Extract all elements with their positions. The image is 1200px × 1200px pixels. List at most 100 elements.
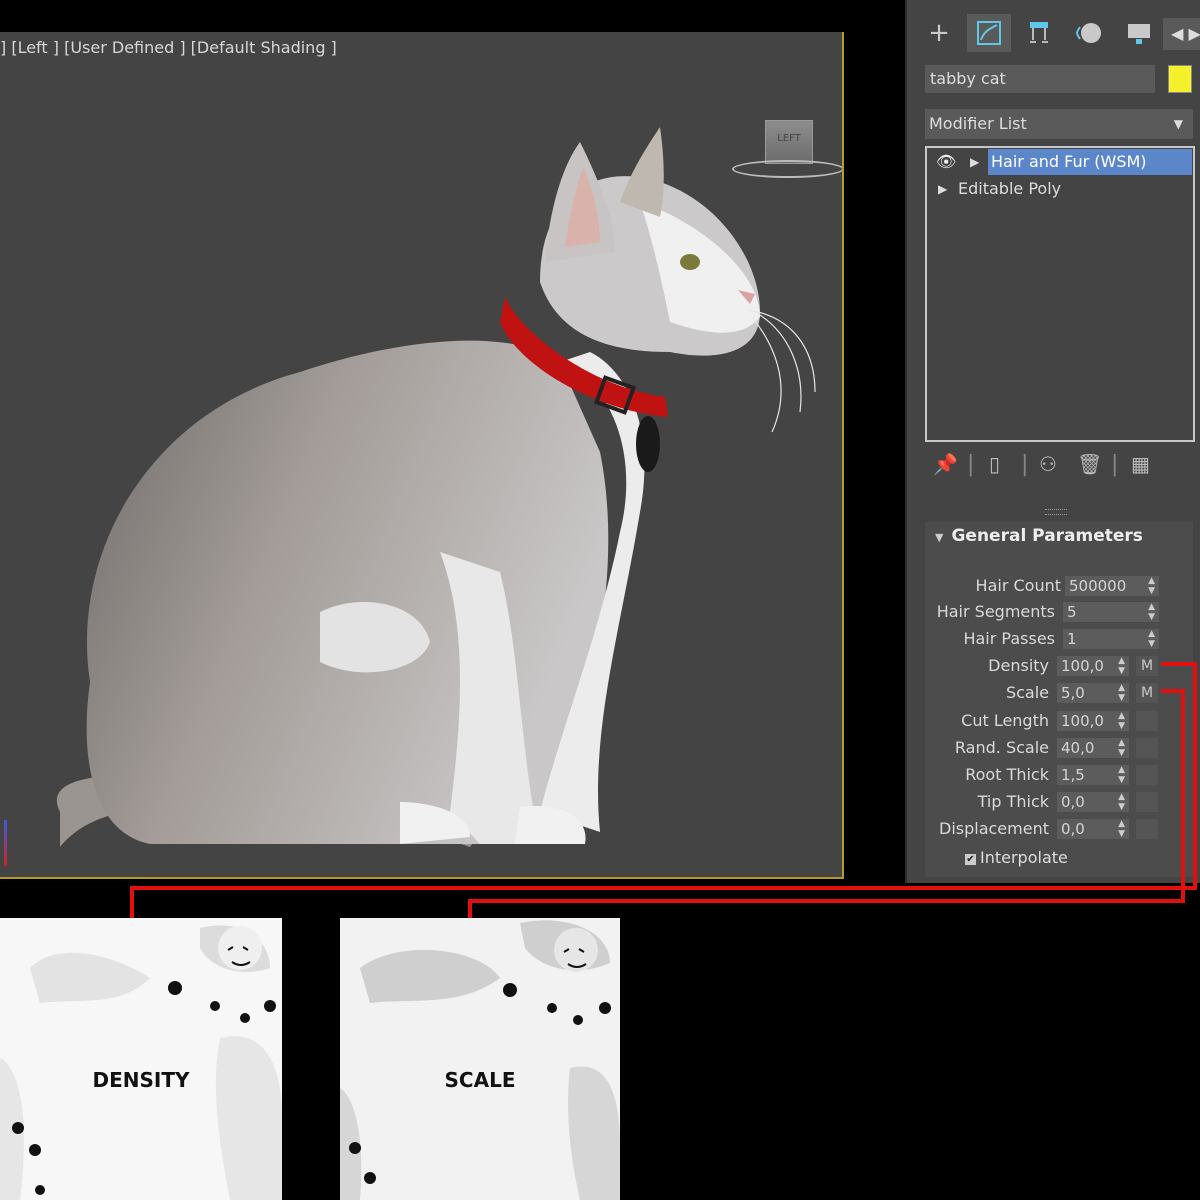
- cut-length-spinner[interactable]: 100,0 ▲ ▼: [1057, 711, 1129, 731]
- root-thick-spinner[interactable]: 1,5 ▲ ▼: [1057, 765, 1129, 785]
- param-rand-scale: Rand. Scale 40,0 ▲ ▼: [925, 736, 1193, 760]
- trash-icon[interactable]: 🗑: [1077, 452, 1102, 476]
- modifier-list-label: Modifier List: [929, 114, 1027, 133]
- show-end-result-icon[interactable]: ▯: [989, 452, 1000, 476]
- density-map-button[interactable]: M: [1136, 656, 1158, 676]
- hair-passes-spinner[interactable]: 1 ▲ ▼: [1063, 629, 1159, 649]
- param-label: Cut Length: [961, 711, 1049, 730]
- param-label: Scale: [1005, 683, 1049, 702]
- eye-icon[interactable]: 👁: [936, 149, 956, 175]
- stack-item-label: Hair and Fur (WSM): [988, 149, 1192, 175]
- param-scale: Scale 5,0 ▲ ▼ M: [925, 681, 1193, 705]
- interpolate-label: Interpolate: [980, 848, 1068, 867]
- viewport-left[interactable]: ] [Left ] [User Defined ] [Default Shadi…: [0, 32, 844, 879]
- param-value: 40,0: [1061, 739, 1095, 757]
- density-map-label: DENSITY: [92, 1068, 190, 1092]
- create-tab-icon[interactable]: +: [917, 14, 961, 52]
- rollout-title-text: General Parameters: [951, 526, 1143, 546]
- spinner-arrows-icon[interactable]: ▲ ▼: [1118, 819, 1125, 839]
- spinner-arrows-icon[interactable]: ▲ ▼: [1118, 711, 1125, 731]
- separator: |: [967, 452, 975, 477]
- chevron-down-icon: ▼: [1173, 117, 1183, 131]
- density-link-line: [1193, 662, 1197, 890]
- param-value: 5,0: [1061, 684, 1085, 702]
- tab-scroll-arrows[interactable]: ◀ ▶: [1163, 18, 1200, 50]
- collapse-arrow-icon[interactable]: ▼: [935, 531, 943, 544]
- rand-scale-map-button[interactable]: [1136, 738, 1158, 758]
- object-color-swatch[interactable]: [1168, 65, 1192, 93]
- make-unique-icon[interactable]: ⚇: [1039, 452, 1057, 476]
- panel-grip[interactable]: [1045, 509, 1067, 515]
- spinner-arrows-icon[interactable]: ▲ ▼: [1118, 792, 1125, 812]
- spinner-arrows-icon[interactable]: ▲ ▼: [1148, 629, 1155, 649]
- scale-spinner[interactable]: 5,0 ▲ ▼: [1057, 683, 1129, 703]
- interpolate-checkbox[interactable]: ✔: [965, 854, 976, 865]
- density-link-line: [1161, 662, 1197, 666]
- interpolate-checkbox-row[interactable]: ✔ Interpolate: [965, 848, 1068, 867]
- root-thick-map-button[interactable]: [1136, 765, 1158, 785]
- hierarchy-tab-icon[interactable]: [1017, 14, 1061, 52]
- param-label: Hair Passes: [963, 629, 1055, 648]
- displacement-spinner[interactable]: 0,0 ▲ ▼: [1057, 819, 1129, 839]
- general-parameters-rollout: ▼ General Parameters Hair Count 500000 ▲ ▼ …: [925, 522, 1193, 877]
- param-value: 1,5: [1061, 766, 1085, 784]
- density-map-texture: [0, 918, 282, 1200]
- display-tab-icon[interactable]: [1117, 14, 1161, 52]
- spinner-arrows-icon[interactable]: ▲ ▼: [1148, 576, 1155, 596]
- spinner-arrows-icon[interactable]: ▲ ▼: [1118, 656, 1125, 676]
- displacement-map-button[interactable]: [1136, 819, 1158, 839]
- stack-item-editable-poly[interactable]: ▶ Editable Poly: [928, 176, 1192, 202]
- expand-arrow-icon[interactable]: ▶: [970, 149, 979, 175]
- viewcube[interactable]: LEFT: [765, 120, 813, 164]
- stack-item-hair-and-fur[interactable]: 👁 ▶ Hair and Fur (WSM): [928, 149, 1192, 175]
- tip-thick-spinner[interactable]: 0,0 ▲ ▼: [1057, 792, 1129, 812]
- stack-toolbar: 📌 | ▯ | ⚇ 🗑 | ▦: [927, 452, 1197, 482]
- hair-segments-spinner[interactable]: 5 ▲ ▼: [1063, 602, 1159, 622]
- spinner-arrows-icon[interactable]: ▲ ▼: [1118, 765, 1125, 785]
- scale-link-line: [1181, 689, 1185, 903]
- rand-scale-spinner[interactable]: 40,0 ▲ ▼: [1057, 738, 1129, 758]
- modifier-list-dropdown[interactable]: Modifier List ▼: [925, 109, 1193, 139]
- param-value: 100,0: [1061, 657, 1104, 675]
- param-tip-thick: Tip Thick 0,0 ▲ ▼: [925, 790, 1193, 814]
- param-root-thick: Root Thick 1,5 ▲ ▼: [925, 763, 1193, 787]
- param-hair-count: Hair Count 500000 ▲ ▼: [925, 574, 1193, 598]
- scale-map-button[interactable]: M: [1136, 683, 1158, 703]
- pin-stack-icon[interactable]: 📌: [933, 452, 958, 476]
- param-displacement: Displacement 0,0 ▲ ▼: [925, 817, 1193, 841]
- density-map-image: DENSITY: [0, 918, 282, 1200]
- param-value: 0,0: [1061, 793, 1085, 811]
- expand-arrow-icon[interactable]: ▶: [938, 176, 947, 202]
- viewcube-ring[interactable]: [732, 160, 842, 178]
- param-value: 100,0: [1061, 712, 1104, 730]
- axis-tripod-icon: [4, 820, 7, 866]
- spinner-arrows-icon[interactable]: ▲ ▼: [1118, 683, 1125, 703]
- scale-map-image: SCALE: [340, 918, 620, 1200]
- object-name-field[interactable]: tabby cat: [925, 65, 1155, 93]
- separator: |: [1111, 452, 1119, 477]
- density-link-line: [130, 886, 1197, 890]
- spinner-arrows-icon[interactable]: ▲ ▼: [1148, 602, 1155, 622]
- param-label: Hair Count: [975, 576, 1061, 595]
- param-value: 5: [1067, 603, 1077, 621]
- command-panel: + ◀ ▶ tabby cat Modifier List ▼ 👁 ▶ Hair…: [905, 0, 1200, 883]
- param-hair-passes: Hair Passes 1 ▲ ▼: [925, 627, 1193, 651]
- scale-map-texture: [340, 918, 620, 1200]
- param-cut-length: Cut Length 100,0 ▲ ▼: [925, 709, 1193, 733]
- stack-item-label: Editable Poly: [958, 179, 1062, 198]
- spinner-arrows-icon[interactable]: ▲ ▼: [1118, 738, 1125, 758]
- scale-link-line: [468, 899, 1185, 903]
- separator: |: [1021, 452, 1029, 477]
- param-label: Displacement: [939, 819, 1049, 838]
- motion-tab-icon[interactable]: [1067, 14, 1111, 52]
- param-label: Rand. Scale: [954, 738, 1049, 757]
- rollout-title[interactable]: ▼ General Parameters: [935, 526, 1143, 546]
- param-value: 500000: [1069, 577, 1127, 595]
- configure-modifier-sets-icon[interactable]: ▦: [1131, 452, 1150, 476]
- density-spinner[interactable]: 100,0 ▲ ▼: [1057, 656, 1129, 676]
- tip-thick-map-button[interactable]: [1136, 792, 1158, 812]
- modify-tab-icon[interactable]: [967, 14, 1011, 52]
- param-label: Tip Thick: [977, 792, 1049, 811]
- cut-length-map-button[interactable]: [1136, 711, 1158, 731]
- hair-count-spinner[interactable]: 500000 ▲ ▼: [1065, 576, 1159, 596]
